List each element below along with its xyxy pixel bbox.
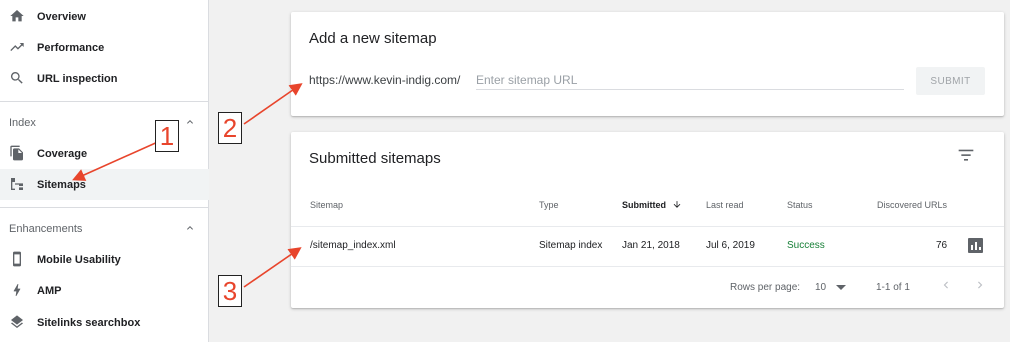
column-header-sitemap[interactable]: Sitemap — [310, 200, 343, 210]
chevron-left-icon[interactable] — [939, 278, 953, 292]
section-heading-label: Index — [9, 117, 36, 129]
nav-item-performance[interactable]: Performance — [0, 32, 209, 63]
nav-item-label: Overview — [37, 10, 86, 23]
arrow-down-icon — [673, 201, 681, 208]
section-heading-label: Enhancements — [9, 223, 83, 235]
rows-per-page-label: Rows per page: — [730, 282, 801, 293]
column-header-submitted[interactable]: Submitted — [622, 200, 681, 210]
cell-submitted: Jan 21, 2018 — [622, 240, 680, 251]
sidebar: Overview Performance URL inspection Inde… — [0, 0, 209, 342]
cell-discovered-urls: 76 — [936, 240, 948, 251]
nav-item-sitelinks-searchbox[interactable]: Sitelinks searchbox — [0, 307, 209, 338]
sitemap-icon — [11, 178, 23, 190]
nav-item-sitemaps[interactable]: Sitemaps — [0, 169, 209, 200]
dropdown-arrow-icon[interactable] — [836, 284, 846, 292]
chevron-up-icon — [187, 120, 193, 124]
divider — [0, 101, 209, 102]
annotation-marker-1: 1 — [155, 120, 179, 152]
chevron-right-icon[interactable] — [973, 278, 987, 292]
home-icon — [10, 10, 24, 22]
nav-item-label: URL inspection — [37, 72, 118, 85]
rows-per-page-select[interactable]: 10 — [815, 282, 826, 293]
divider — [291, 226, 1004, 227]
column-header-discovered-urls[interactable]: Discovered URLs — [877, 200, 947, 210]
filter-icon[interactable] — [958, 148, 974, 162]
layers-icon — [11, 315, 23, 328]
divider — [0, 207, 209, 208]
cell-type: Sitemap index — [539, 240, 603, 251]
cell-status: Success — [787, 240, 825, 251]
submit-button[interactable]: SUBMIT — [916, 67, 985, 95]
phone-icon — [13, 251, 21, 267]
sitemap-url-input[interactable] — [476, 70, 904, 90]
column-header-type[interactable]: Type — [539, 200, 559, 210]
nav-item-label: Sitemaps — [37, 178, 86, 191]
column-header-status[interactable]: Status — [787, 200, 813, 210]
nav-item-label: Coverage — [37, 147, 88, 160]
bolt-icon — [13, 284, 21, 296]
bar-chart-icon[interactable] — [968, 238, 983, 253]
trending-up-icon — [10, 43, 24, 51]
search-icon — [10, 72, 23, 84]
add-sitemap-card: Add a new sitemap https://www.kevin-indi… — [291, 12, 1004, 116]
coverage-icon — [10, 145, 23, 161]
column-header-last-read[interactable]: Last read — [706, 200, 744, 210]
column-header-label: Submitted — [622, 200, 666, 210]
url-prefix: https://www.kevin-indig.com/ — [309, 73, 461, 87]
nav-item-amp[interactable]: AMP — [0, 275, 209, 306]
divider — [291, 266, 1004, 267]
nav-item-url-inspection[interactable]: URL inspection — [0, 63, 209, 94]
nav-item-label: AMP — [37, 284, 62, 297]
submitted-sitemaps-card: Submitted sitemaps Sitemap Type Submitte… — [291, 132, 1004, 308]
annotation-marker-3: 3 — [218, 275, 242, 307]
nav-item-label: Mobile Usability — [37, 253, 121, 266]
section-heading-enhancements[interactable]: Enhancements — [0, 220, 209, 240]
cell-last-read: Jul 6, 2019 — [706, 240, 755, 251]
card-title: Add a new sitemap — [309, 30, 437, 47]
card-title: Submitted sitemaps — [309, 150, 441, 167]
cell-sitemap: /sitemap_index.xml — [310, 240, 396, 251]
annotation-marker-2: 2 — [218, 112, 242, 144]
nav-item-mobile-usability[interactable]: Mobile Usability — [0, 244, 209, 275]
nav-item-label: Performance — [37, 41, 105, 54]
chevron-up-icon — [187, 226, 193, 230]
nav-item-overview[interactable]: Overview — [0, 1, 209, 32]
nav-item-label: Sitelinks searchbox — [37, 316, 141, 329]
pagination-range: 1-1 of 1 — [876, 282, 910, 293]
